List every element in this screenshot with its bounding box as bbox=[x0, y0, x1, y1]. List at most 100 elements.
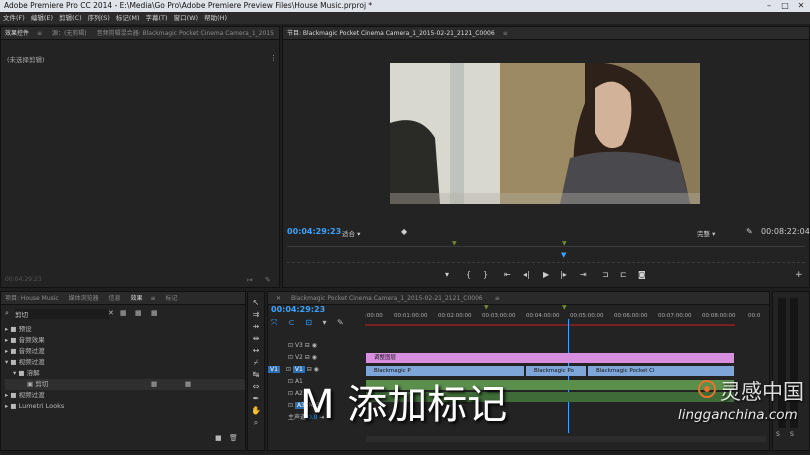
quality-dropdown[interactable]: 完整 ▾ bbox=[697, 228, 715, 238]
export-frame-icon[interactable]: ↦ bbox=[247, 276, 253, 284]
32bit-effects-icon[interactable]: ▦ bbox=[135, 309, 142, 317]
tree-item-dissolve[interactable]: ▾ ■ 溶解 bbox=[5, 368, 245, 379]
tree-item-lumetri[interactable]: ▸ ■ Lumetri Looks bbox=[5, 401, 245, 412]
nest-icon[interactable]: ⤧ bbox=[271, 318, 277, 327]
menu-clip[interactable]: 剪辑(C) bbox=[56, 12, 85, 24]
rate-stretch-tool-icon[interactable]: ↔ bbox=[250, 345, 262, 356]
lock-icon[interactable]: ⊡ bbox=[288, 342, 293, 349]
tree-item-audio-transitions[interactable]: ▸ ■ 音频过渡 bbox=[5, 346, 245, 357]
program-playhead-icon[interactable]: ▼ bbox=[561, 251, 566, 259]
trash-icon[interactable]: 🗑 bbox=[229, 434, 238, 442]
tree-item-video-transitions[interactable]: ▾ ■ 视频过渡 bbox=[5, 357, 245, 368]
effects-search-input[interactable] bbox=[15, 309, 109, 319]
clear-search-icon[interactable]: ✕ bbox=[108, 309, 114, 317]
timeline-playhead[interactable] bbox=[568, 319, 570, 433]
mark-out-icon[interactable]: } bbox=[483, 270, 488, 279]
maximize-button[interactable]: □ bbox=[778, 1, 792, 11]
go-to-in-icon[interactable]: ⇤ bbox=[504, 270, 511, 279]
linked-selection-icon[interactable]: ⊡ bbox=[305, 318, 312, 327]
timeline-timecode[interactable]: 00:04:29:23 bbox=[271, 305, 325, 314]
play-icon[interactable]: ▶ bbox=[543, 270, 549, 279]
tree-item-cut[interactable]: ▣ 剪切 ▦ ▦ bbox=[5, 379, 245, 390]
wrench-icon[interactable]: ✎ bbox=[265, 276, 271, 284]
razor-tool-icon[interactable]: ⌿ bbox=[250, 357, 262, 368]
tab-source[interactable]: 源：(无剪辑) bbox=[48, 27, 91, 39]
menu-file[interactable]: 文件(F) bbox=[0, 12, 28, 24]
solo-left-button[interactable]: S bbox=[776, 431, 780, 438]
add-marker-icon[interactable]: ▾ bbox=[322, 318, 326, 327]
timeline-settings-icon[interactable]: ✎ bbox=[337, 318, 344, 327]
fit-dropdown[interactable]: 适合 ▾ bbox=[342, 228, 360, 238]
tab-effect-controls[interactable]: 效果控件 bbox=[1, 27, 33, 39]
lock-icon[interactable]: ⊡ bbox=[286, 366, 291, 373]
tab-menu-icon[interactable]: ≡ bbox=[491, 292, 504, 304]
time-ruler[interactable]: :00:00 00:01:00:00 00:02:00:00 00:03:00:… bbox=[365, 313, 765, 323]
sync-icon[interactable]: ⊟ bbox=[305, 354, 310, 361]
lift-icon[interactable]: ⊐ bbox=[602, 270, 609, 279]
solo-right-button[interactable]: S bbox=[790, 431, 794, 438]
lock-icon[interactable]: ⊡ bbox=[288, 378, 293, 385]
add-marker-icon[interactable]: ▾ bbox=[445, 270, 449, 279]
slide-tool-icon[interactable]: ⇔ bbox=[250, 381, 262, 392]
pen-tool-icon[interactable]: ✒ bbox=[250, 393, 262, 404]
program-scrub-bar[interactable] bbox=[287, 246, 805, 247]
panel-menu-icon[interactable]: ⋮ bbox=[270, 54, 277, 62]
step-back-icon[interactable]: ◂| bbox=[523, 270, 530, 279]
tab-menu-icon[interactable]: ≡ bbox=[147, 292, 160, 304]
menu-sequence[interactable]: 序列(S) bbox=[85, 12, 113, 24]
ripple-edit-tool-icon[interactable]: ⇸ bbox=[250, 321, 262, 332]
tab-program[interactable]: 节目: Blackmagic Pocket Cinema Camera_1_20… bbox=[283, 27, 499, 39]
hand-tool-icon[interactable]: ✋ bbox=[250, 405, 262, 416]
source-patch-v1[interactable]: V1 bbox=[268, 366, 280, 373]
yuv-effects-icon[interactable]: ▦ bbox=[151, 309, 158, 317]
sync-icon[interactable]: ⊟ bbox=[305, 342, 310, 349]
menu-window[interactable]: 窗口(W) bbox=[171, 12, 202, 24]
tab-effects[interactable]: 效果 bbox=[127, 292, 147, 304]
tab-menu-icon[interactable]: ≡ bbox=[499, 27, 512, 39]
marker-icon[interactable]: ▼ bbox=[562, 240, 567, 247]
tab-markers[interactable]: 标记 bbox=[161, 292, 181, 304]
menu-marker[interactable]: 标记(M) bbox=[113, 12, 143, 24]
adjustment-layer-clip[interactable]: 调整图层 bbox=[366, 353, 734, 363]
close-button[interactable]: ✕ bbox=[794, 1, 808, 11]
minimize-button[interactable]: – bbox=[762, 1, 776, 11]
rolling-edit-tool-icon[interactable]: ⇹ bbox=[250, 333, 262, 344]
snap-icon[interactable]: ⊂ bbox=[288, 318, 295, 327]
zoom-tool-icon[interactable]: ⌕ bbox=[250, 417, 262, 428]
tab-sequence[interactable]: ✕ Blackmagic Pocket Cinema Camera_1_2015… bbox=[268, 292, 491, 304]
tree-item-audio-effects[interactable]: ▸ ■ 音频效果 bbox=[5, 335, 245, 346]
new-folder-icon[interactable]: ■ bbox=[215, 434, 222, 442]
accelerated-effects-icon[interactable]: ▦ bbox=[120, 309, 127, 317]
tab-media-browser[interactable]: 媒体浏览器 bbox=[65, 292, 103, 304]
slip-tool-icon[interactable]: ↹ bbox=[250, 369, 262, 380]
eye-icon[interactable]: ◉ bbox=[312, 354, 317, 361]
tab-project[interactable]: 项目: House Music bbox=[1, 292, 63, 304]
export-frame-icon[interactable]: ◙ bbox=[638, 270, 646, 279]
selection-tool-icon[interactable]: ↖ bbox=[250, 297, 262, 308]
menu-help[interactable]: 帮助(H) bbox=[201, 12, 230, 24]
tab-audio-clip-mixer[interactable]: 音频剪辑混合器: Blackmagic Pocket Cinema Camera… bbox=[93, 27, 278, 39]
menu-edit[interactable]: 编辑(E) bbox=[28, 12, 56, 24]
lock-icon[interactable]: ⊡ bbox=[288, 354, 293, 361]
lock-icon[interactable]: ⊡ bbox=[288, 402, 293, 409]
tree-item-video-effects[interactable]: ▸ ■ 视频过渡 bbox=[5, 390, 245, 401]
track-select-tool-icon[interactable]: ⇉ bbox=[250, 309, 262, 320]
marker-icon[interactable]: ▼ bbox=[484, 304, 489, 311]
video-clip[interactable]: Blackmagic Po bbox=[526, 366, 586, 376]
tree-item-presets[interactable]: ▸ ■ 预设 bbox=[5, 324, 245, 335]
program-timecode[interactable]: 00:04:29:23 bbox=[287, 227, 341, 236]
marker-icon[interactable]: ▼ bbox=[452, 240, 457, 247]
tab-info[interactable]: 信息 bbox=[105, 292, 125, 304]
extract-icon[interactable]: ⊏ bbox=[620, 270, 627, 279]
marker-icon[interactable]: ▼ bbox=[562, 304, 567, 311]
lock-icon[interactable]: ⊡ bbox=[288, 390, 293, 397]
mark-in-icon[interactable]: { bbox=[466, 270, 471, 279]
tab-menu-icon[interactable]: ≡ bbox=[33, 27, 46, 39]
zoom-bar[interactable] bbox=[287, 262, 805, 263]
menu-title[interactable]: 字幕(T) bbox=[143, 12, 171, 24]
close-icon[interactable]: ✕ bbox=[272, 292, 285, 304]
button-editor-icon[interactable]: + bbox=[795, 270, 803, 280]
step-forward-icon[interactable]: |▸ bbox=[560, 270, 567, 279]
timeline-scrollbar[interactable] bbox=[366, 436, 766, 442]
settings-wrench-icon[interactable]: ✎ bbox=[746, 227, 753, 236]
